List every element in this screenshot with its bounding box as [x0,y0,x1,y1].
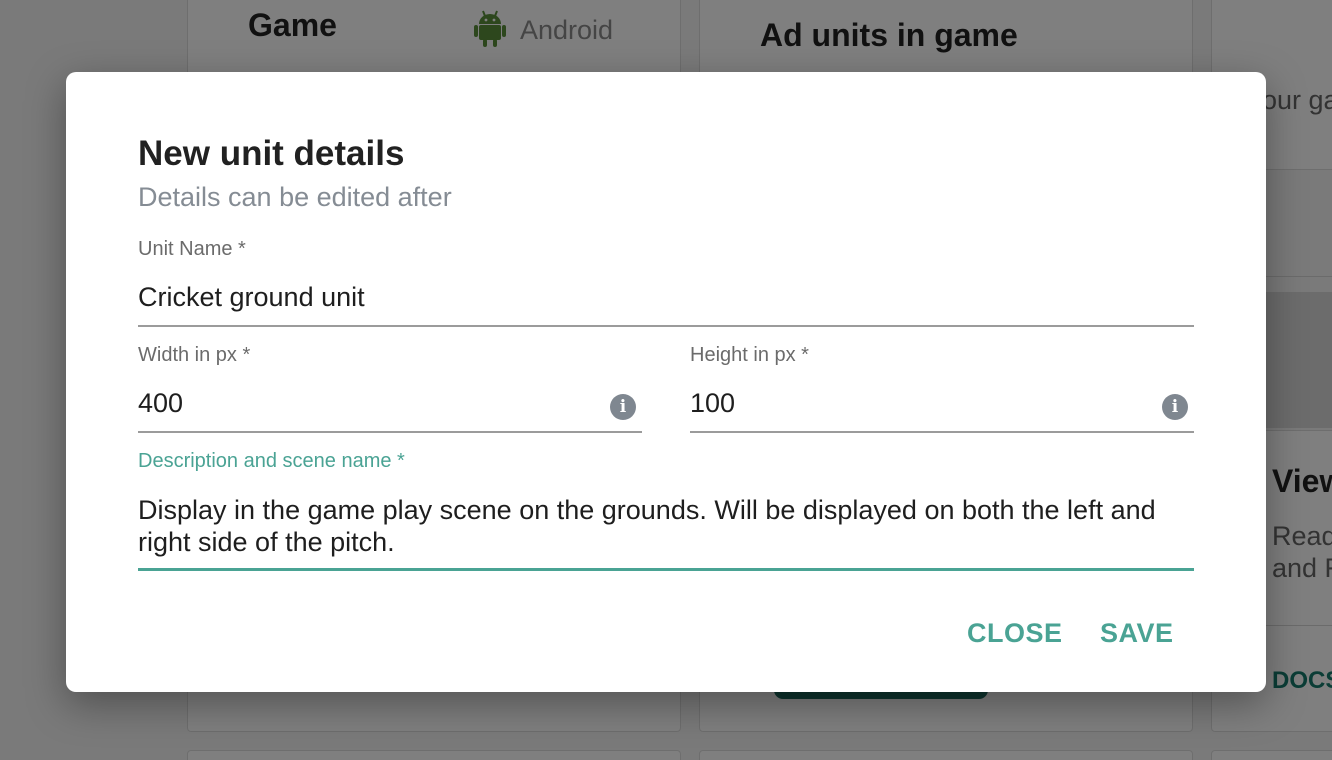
height-input[interactable]: 100 [690,388,735,419]
description-underline-focused [138,568,1194,571]
height-field[interactable]: Height in px * 100 i [690,344,1194,434]
close-button[interactable]: CLOSE [967,618,1063,649]
description-textarea[interactable]: Display in the game play scene on the gr… [138,494,1194,558]
width-field[interactable]: Width in px * 400 i [138,344,642,434]
width-input[interactable]: 400 [138,388,183,419]
dialog-title: New unit details [138,134,405,173]
save-button[interactable]: SAVE [1100,618,1174,649]
width-label: Width in px * [138,344,251,366]
unit-name-input[interactable]: Cricket ground unit [138,282,365,313]
unit-name-field[interactable]: Unit Name * Cricket ground unit [138,238,1194,328]
unit-name-label: Unit Name * [138,238,246,260]
new-unit-dialog: New unit details Details can be edited a… [66,72,1266,692]
description-field[interactable]: Description and scene name * Display in … [138,450,1194,574]
height-label: Height in px * [690,344,809,366]
info-icon[interactable]: i [1162,394,1188,420]
unit-name-underline [138,325,1194,327]
dialog-subtitle: Details can be edited after [138,182,452,212]
width-underline [138,431,642,433]
info-icon[interactable]: i [610,394,636,420]
height-underline [690,431,1194,433]
description-label: Description and scene name * [138,450,405,472]
